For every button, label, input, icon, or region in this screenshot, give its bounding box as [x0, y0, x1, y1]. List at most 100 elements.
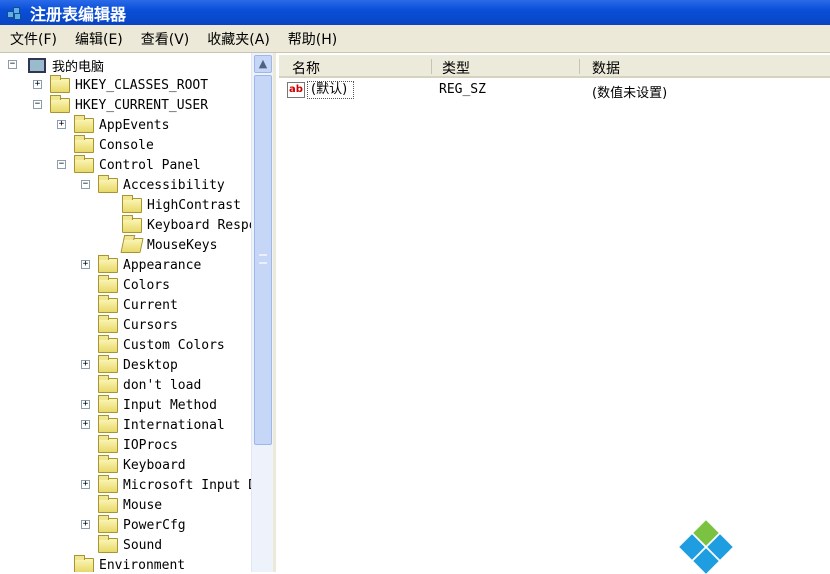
tree-item-label: International — [123, 417, 225, 433]
column-type-header[interactable]: 类型 — [442, 58, 470, 78]
menu-edit[interactable]: 编辑(E) — [65, 29, 131, 49]
folder-icon — [98, 454, 118, 473]
folder-icon — [50, 74, 70, 93]
folder-icon — [98, 534, 118, 553]
menu-bar: 文件(F) 编辑(E) 查看(V) 收藏夹(A) 帮助(H) — [0, 25, 830, 53]
tree-item[interactable]: − Accessibility — [81, 174, 225, 195]
window-title: 注册表编辑器 — [30, 4, 127, 24]
folder-icon — [98, 354, 118, 373]
expand-icon[interactable]: + — [81, 360, 90, 369]
column-divider[interactable] — [431, 59, 432, 74]
expand-icon[interactable]: + — [81, 480, 90, 489]
tree-item-label: 我的电脑 — [52, 59, 105, 75]
tree-item-label: Keyboard — [123, 457, 186, 473]
menu-favorites[interactable]: 收藏夹(A) — [197, 29, 278, 49]
open-folder-icon — [120, 237, 144, 253]
title-bar: 注册表编辑器 — [0, 0, 830, 25]
tree-item[interactable]: + PowerCfg — [81, 514, 186, 535]
tree-item[interactable]: Cursors — [98, 314, 178, 335]
tree-item-label: Appearance — [123, 257, 202, 273]
collapse-icon[interactable]: − — [8, 60, 17, 69]
value-type: REG_SZ — [439, 82, 486, 97]
scroll-grip-icon — [259, 254, 267, 264]
expand-icon[interactable]: + — [33, 80, 42, 89]
tree-item-label: AppEvents — [99, 117, 170, 133]
tree-item[interactable]: Mouse — [98, 494, 163, 515]
tree-item[interactable]: + Input Method — [81, 394, 217, 415]
tree-item[interactable]: Keyboard — [98, 454, 186, 475]
tree-item[interactable]: HighContrast — [122, 194, 241, 215]
value-data: (数值未设置) — [592, 86, 668, 101]
folder-icon — [98, 254, 118, 273]
scroll-thumb[interactable] — [254, 75, 272, 445]
tree-item[interactable]: IOProcs — [98, 434, 178, 455]
tree-item-label: HKEY_CURRENT_USER — [75, 97, 209, 113]
tree-item-label: don't load — [123, 377, 202, 393]
tree-item[interactable]: MouseKeys — [120, 235, 218, 255]
collapse-icon[interactable]: − — [81, 180, 90, 189]
tree-item-label: Cursors — [123, 317, 178, 333]
tree-item[interactable]: + Desktop — [81, 354, 178, 375]
tree-item-label: MouseKeys — [147, 237, 218, 253]
value-row[interactable]: ab (默认) REG_SZ (数值未设置) — [279, 80, 830, 101]
folder-icon — [98, 314, 118, 333]
tree-item[interactable]: + HKEY_CLASSES_ROOT — [33, 74, 209, 95]
tree-item[interactable]: + Microsoft Input D — [81, 474, 257, 495]
folder-icon — [122, 214, 142, 233]
expand-icon[interactable]: + — [81, 260, 90, 269]
folder-icon — [98, 334, 118, 353]
menu-help[interactable]: 帮助(H) — [278, 29, 345, 49]
folder-icon — [98, 294, 118, 313]
folder-icon — [98, 374, 118, 393]
folder-icon — [74, 114, 94, 133]
tree-item-label: HKEY_CLASSES_ROOT — [75, 77, 209, 93]
column-name-header[interactable]: 名称 — [292, 58, 320, 78]
folder-icon — [98, 394, 118, 413]
menu-file[interactable]: 文件(F) — [0, 29, 65, 49]
folder-icon — [98, 274, 118, 293]
tree-item[interactable]: Console — [74, 134, 154, 155]
scroll-up-button[interactable]: ▲ — [254, 55, 272, 73]
tree-item-label: Custom Colors — [123, 337, 225, 353]
tree-item[interactable]: Environment — [74, 554, 186, 573]
tree-item-label: Mouse — [123, 497, 163, 513]
folder-icon — [74, 554, 94, 572]
tree-scrollbar[interactable]: ▲ — [251, 53, 273, 572]
folder-icon — [98, 514, 118, 533]
tree-item[interactable]: Sound — [98, 534, 162, 555]
tree-item[interactable]: − 我的电脑 — [8, 55, 105, 75]
tree-item[interactable]: Keyboard Respo — [122, 214, 257, 235]
tree-item[interactable]: don't load — [98, 374, 202, 395]
folder-icon — [98, 174, 118, 193]
expand-icon[interactable]: + — [57, 120, 66, 129]
tree-item[interactable]: Current — [98, 294, 178, 315]
value-name[interactable]: (默认) — [307, 81, 355, 99]
tree-item-label: Environment — [99, 557, 186, 573]
tree-item[interactable]: Colors — [98, 274, 170, 295]
tree-item[interactable]: − HKEY_CURRENT_USER — [33, 94, 209, 115]
tree-item[interactable]: + AppEvents — [57, 114, 170, 135]
tree-item[interactable]: + International — [81, 414, 225, 435]
folder-icon — [98, 414, 118, 433]
tree-item[interactable]: − Control Panel — [57, 154, 201, 175]
tree-item-label: Microsoft Input D — [123, 477, 257, 493]
tree-item-label: Current — [123, 297, 178, 313]
tree-item[interactable]: + Appearance — [81, 254, 202, 275]
values-pane: 名称 类型 数据 ab (默认) REG_SZ (数值未设置) — [279, 53, 830, 572]
tree-item-label: Desktop — [123, 357, 178, 373]
expand-icon[interactable]: + — [81, 400, 90, 409]
folder-icon — [98, 474, 118, 493]
column-data-header[interactable]: 数据 — [592, 58, 620, 78]
tree-item-label: Console — [99, 137, 154, 153]
column-divider[interactable] — [579, 59, 580, 74]
expand-icon[interactable]: + — [81, 420, 90, 429]
menu-view[interactable]: 查看(V) — [131, 29, 198, 49]
string-value-icon: ab — [287, 82, 305, 98]
tree-item-label: IOProcs — [123, 437, 178, 453]
tree-item[interactable]: Custom Colors — [98, 334, 225, 355]
expand-icon[interactable]: + — [81, 520, 90, 529]
list-header: 名称 类型 数据 — [279, 55, 830, 78]
collapse-icon[interactable]: − — [33, 100, 42, 109]
registry-tree-pane: − 我的电脑 + HKEY_CLASSES_ROOT − HKEY_CURRENT_USE… — [0, 53, 276, 572]
collapse-icon[interactable]: − — [57, 160, 66, 169]
